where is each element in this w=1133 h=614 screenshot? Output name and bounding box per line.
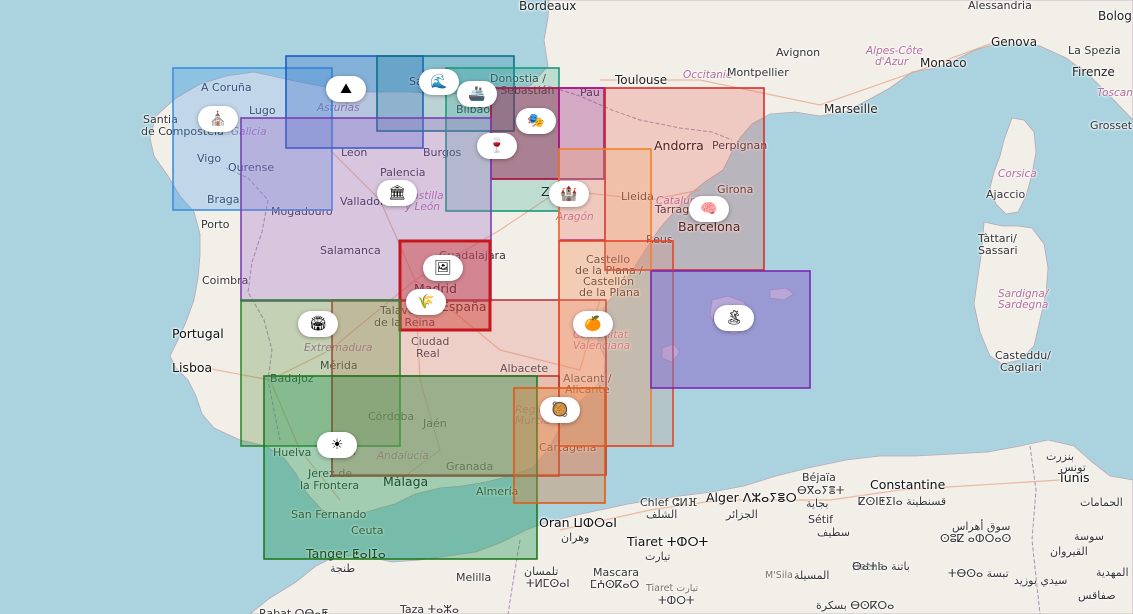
marker-icon: 🏰 — [560, 186, 578, 202]
pais-vasco-marker[interactable]: 🚢 — [457, 81, 497, 107]
marker-icon: 🚢 — [468, 86, 486, 102]
marker-icon: ⛰ — [340, 81, 352, 97]
navarra-marker[interactable]: 🎭 — [516, 108, 556, 134]
marker-icon: 🍊 — [584, 316, 602, 332]
marker-icon: ⛪ — [209, 111, 227, 127]
marker-icon: 🏝 — [725, 310, 743, 326]
marker-icon: 🖼 — [434, 260, 452, 276]
marker-icon: ☀ — [330, 437, 344, 453]
aragon-marker[interactable]: 🏰 — [549, 181, 589, 207]
castilla-la-mancha-marker[interactable]: 🌾 — [406, 289, 446, 315]
baleares-marker[interactable]: 🏝 — [714, 305, 754, 331]
madrid-marker[interactable]: 🖼 — [423, 255, 463, 281]
extremadura-marker[interactable]: 🏟 — [298, 311, 338, 337]
region-overlays[interactable] — [0, 0, 1133, 614]
marker-icon: 🧠 — [700, 201, 718, 217]
galicia-marker[interactable]: ⛪ — [198, 106, 238, 132]
castilla-leon-marker[interactable]: 🏛 — [377, 180, 417, 206]
marker-icon: 🏟 — [309, 316, 327, 332]
asturias-marker[interactable]: ⛰ — [326, 76, 366, 102]
catalunya-marker[interactable]: 🧠 — [689, 196, 729, 222]
la-rioja-marker[interactable]: 🍷 — [477, 133, 517, 159]
marker-icon: 🍷 — [488, 138, 506, 154]
region-andalucia-west[interactable] — [263, 375, 538, 560]
marker-icon: 🏛 — [388, 185, 406, 201]
murcia-marker[interactable]: 🥘 — [540, 397, 580, 423]
valencia-marker[interactable]: 🍊 — [573, 311, 613, 337]
marker-icon: 🌊 — [430, 74, 448, 90]
marker-icon: 🥘 — [551, 402, 569, 418]
marker-icon: 🎭 — [527, 113, 545, 129]
map-view[interactable]: Bordeaux Alessandria Bologr Genova La Spezia… — [0, 0, 1133, 614]
andalucia-marker[interactable]: ☀ — [317, 432, 357, 458]
marker-icon: 🌾 — [417, 294, 435, 310]
cantabria-marker[interactable]: 🌊 — [419, 69, 459, 95]
